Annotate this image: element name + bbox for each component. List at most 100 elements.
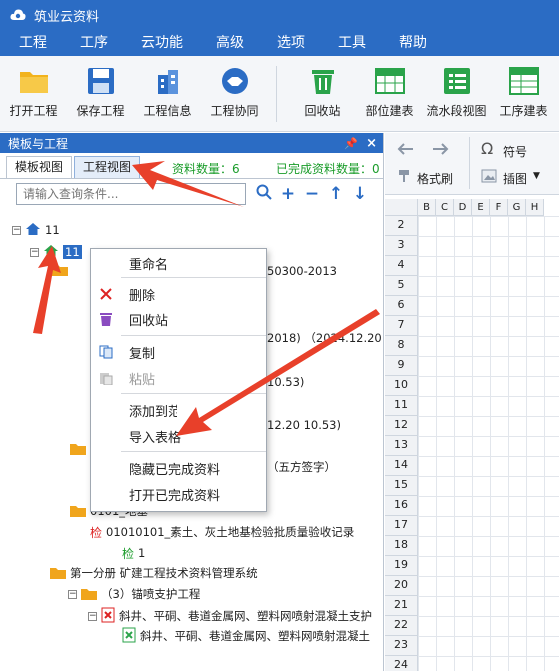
row-header[interactable]: 14 xyxy=(385,456,418,476)
flow-segment-view-button[interactable]: 流水段视图 xyxy=(423,66,490,119)
tree-node-project[interactable]: − 11 xyxy=(30,243,82,261)
symbol-button[interactable]: 符号 xyxy=(503,143,527,160)
row-header[interactable]: 17 xyxy=(385,516,418,536)
row-header[interactable]: 16 xyxy=(385,496,418,516)
row-header[interactable]: 3 xyxy=(385,236,418,256)
tree-node-document[interactable]: 斜井、平硐、巷道金属网、塑料网喷射混凝土 xyxy=(122,627,370,645)
tree-node-document[interactable]: − 斜井、平硐、巷道金属网、塑料网喷射混凝土支护 xyxy=(88,607,372,625)
excel-error-icon xyxy=(101,607,115,626)
row-header[interactable]: 12 xyxy=(385,416,418,436)
corner-cell xyxy=(385,199,418,216)
menu-options[interactable]: 选项 xyxy=(258,30,319,56)
remove-icon[interactable]: − xyxy=(300,184,324,204)
column-header[interactable]: E xyxy=(472,199,490,216)
row-header[interactable]: 10 xyxy=(385,376,418,396)
process-table-button[interactable]: 工序建表 xyxy=(490,66,557,119)
row-header[interactable]: 18 xyxy=(385,536,418,556)
row-header[interactable]: 21 xyxy=(385,596,418,616)
ctx-rename[interactable]: 重命名 xyxy=(91,251,266,275)
tree-node-root[interactable]: − 11 xyxy=(12,221,60,239)
row-header[interactable]: 13 xyxy=(385,436,418,456)
menu-process[interactable]: 工序 xyxy=(61,30,122,56)
folder-icon xyxy=(70,505,86,517)
collapse-icon[interactable]: − xyxy=(68,589,77,599)
row-header[interactable]: 2 xyxy=(385,216,418,236)
chevron-down-icon[interactable]: ▼ xyxy=(533,171,540,181)
recycle-bin-button[interactable]: 回收站 xyxy=(289,66,356,119)
tree-node-section[interactable]: − （3）锚喷支护工程 xyxy=(68,585,200,603)
pin-icon[interactable]: 📌 xyxy=(344,137,358,150)
close-icon[interactable]: × xyxy=(366,136,377,151)
tree-node-partial[interactable] xyxy=(52,261,72,279)
tree-node-partial[interactable] xyxy=(70,440,90,458)
row-header[interactable]: 9 xyxy=(385,356,418,376)
ctx-copy[interactable]: 复制 xyxy=(91,340,266,364)
ctx-open-completed[interactable]: 打开已完成资料 xyxy=(91,482,266,506)
menu-project[interactable]: 工程 xyxy=(0,30,61,56)
menu-tools[interactable]: 工具 xyxy=(319,30,380,56)
row-header[interactable]: 4 xyxy=(385,256,418,276)
column-header[interactable]: C xyxy=(436,199,454,216)
ctx-paste[interactable]: 粘贴 xyxy=(91,366,266,390)
omega-icon[interactable]: Ω xyxy=(481,139,493,158)
home-icon xyxy=(25,222,41,239)
row-header[interactable]: 22 xyxy=(385,616,418,636)
title-bar: 筑业云资料 xyxy=(0,0,559,30)
redo-icon[interactable] xyxy=(431,142,449,159)
insert-image-button[interactable]: 插图 xyxy=(503,170,527,187)
save-project-button[interactable]: 保存工程 xyxy=(67,66,134,119)
menu-advanced[interactable]: 高级 xyxy=(197,30,258,56)
column-header[interactable]: G xyxy=(508,199,526,216)
collapse-icon[interactable]: − xyxy=(12,225,21,235)
tree-node-volume[interactable]: 第一分册 矿建工程技术资料管理系统 xyxy=(50,564,258,582)
open-project-button[interactable]: 打开工程 xyxy=(0,66,67,119)
search-input[interactable] xyxy=(16,183,246,205)
editor-area: Ω 符号 格式刷 插图 ▼ BCDEFGH 2 3 4 5 6 7 8 9 10 11 12 13 14… xyxy=(385,133,559,671)
column-header[interactable]: B xyxy=(418,199,436,216)
row-header[interactable]: 15 xyxy=(385,476,418,496)
tab-project-view[interactable]: 工程视图 xyxy=(74,156,141,178)
menu-cloud[interactable]: 云功能 xyxy=(122,30,197,56)
move-up-icon[interactable]: ↑ xyxy=(324,184,348,204)
search-icon[interactable] xyxy=(252,184,276,205)
part-table-button[interactable]: 部位建表 xyxy=(356,66,423,119)
move-down-icon[interactable]: ↓ xyxy=(348,184,372,204)
list-view-icon xyxy=(441,66,473,96)
format-brush-icon[interactable] xyxy=(397,169,411,186)
tab-template-view[interactable]: 模板视图 xyxy=(6,156,73,178)
project-collab-button[interactable]: 工程协同 xyxy=(201,66,268,119)
sheet-cells[interactable] xyxy=(418,216,559,671)
row-header[interactable]: 23 xyxy=(385,636,418,656)
collapse-icon[interactable]: − xyxy=(88,611,97,621)
column-header[interactable]: H xyxy=(526,199,544,216)
column-header[interactable]: F xyxy=(490,199,508,216)
undo-icon[interactable] xyxy=(397,142,415,159)
ctx-import-table[interactable]: 导入表格 xyxy=(91,424,266,448)
tree-node-inspection-item[interactable]: 检 1 xyxy=(122,544,145,562)
menu-help[interactable]: 帮助 xyxy=(380,30,441,56)
row-header[interactable]: 20 xyxy=(385,576,418,596)
ctx-hide-completed[interactable]: 隐藏已完成资料 xyxy=(91,456,266,480)
row-header[interactable]: 8 xyxy=(385,336,418,356)
window-title: 筑业云资料 xyxy=(34,9,100,25)
row-header[interactable]: 5 xyxy=(385,276,418,296)
sample-icon xyxy=(91,398,121,422)
format-brush-button[interactable]: 格式刷 xyxy=(417,170,453,187)
add-icon[interactable]: + xyxy=(276,184,300,204)
sheet-icon xyxy=(508,66,540,96)
tree-node-inspection[interactable]: 检 01010101_素土、灰土地基检验批质量验收记录 xyxy=(90,523,354,541)
open-icon xyxy=(91,482,121,506)
row-header[interactable]: 7 xyxy=(385,316,418,336)
rename-icon xyxy=(91,251,121,275)
image-icon[interactable] xyxy=(481,169,497,186)
project-info-button[interactable]: 工程信息 xyxy=(134,66,201,119)
collapse-icon[interactable]: − xyxy=(30,247,39,257)
column-header[interactable]: D xyxy=(454,199,472,216)
row-header[interactable]: 6 xyxy=(385,296,418,316)
row-header[interactable]: 24 xyxy=(385,656,418,671)
ctx-delete[interactable]: 删除 xyxy=(91,282,266,306)
ctx-add-to-sample[interactable]: 添加到范例 xyxy=(91,398,266,422)
row-header[interactable]: 19 xyxy=(385,556,418,576)
row-header[interactable]: 11 xyxy=(385,396,418,416)
ctx-recycle-bin[interactable]: 回收站 xyxy=(91,307,266,331)
